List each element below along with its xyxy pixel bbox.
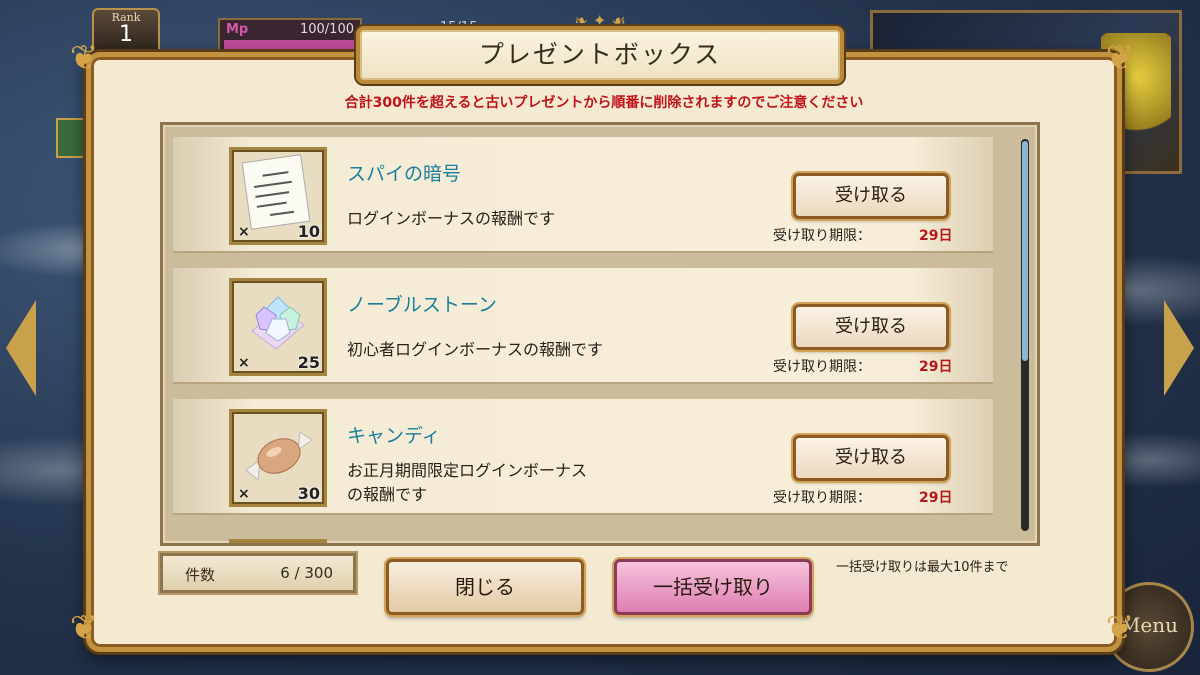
item-description-line: の報酬です xyxy=(347,485,428,504)
mp-fill xyxy=(224,40,354,50)
expiry-value: 29日 xyxy=(919,228,953,244)
noble-stone-crystal-icon xyxy=(251,296,305,350)
item-description: お正月期間限定ログインボーナス の報酬です xyxy=(347,459,587,507)
deletion-notice: 合計300件を超えると古いプレゼントから順番に削除されますのでご注意ください xyxy=(344,95,864,111)
count-value: 6 / 300 xyxy=(280,564,333,582)
quantity-multiplier: × xyxy=(238,355,250,371)
item-name: ノーブルストーン xyxy=(347,294,497,316)
list-item: × 30 キャンディ お正月期間限定ログインボーナス の報酬です 受け取る 受け… xyxy=(173,399,993,515)
bulk-receive-limit-note: 一括受け取りは最大10件まで xyxy=(836,560,1009,575)
candy-icon xyxy=(245,431,313,481)
scrollbar-thumb[interactable] xyxy=(1022,141,1028,361)
item-description: 初心者ログインボーナスの報酬です xyxy=(347,340,604,359)
expiry-label: 受け取り期限： xyxy=(773,359,871,375)
ornament-icon: ❦ xyxy=(1105,38,1135,78)
dialog-title: プレゼントボックス xyxy=(356,26,844,84)
item-thumbnail: × 25 xyxy=(229,278,327,376)
expiry-label: 受け取り期限： xyxy=(773,490,871,506)
ornament-icon: ❦ xyxy=(69,38,99,78)
expiry-value: 29日 xyxy=(919,490,953,506)
mp-value: 100/100 xyxy=(299,22,354,37)
spy-code-letter-icon xyxy=(241,154,311,230)
expiry-value: 29日 xyxy=(919,359,953,375)
item-description-line: お正月期間限定ログインボーナス xyxy=(347,461,588,480)
next-item-peek xyxy=(229,539,327,543)
receive-all-button[interactable]: 一括受け取り xyxy=(614,559,812,615)
item-count-box: 件数 6 / 300 xyxy=(160,553,356,593)
count-label: 件数 xyxy=(185,566,216,584)
list-scrollbar[interactable] xyxy=(1021,139,1029,531)
left-arrow-icon[interactable] xyxy=(6,300,36,396)
quantity-multiplier: × xyxy=(238,486,250,502)
right-arrow-icon[interactable] xyxy=(1164,300,1194,396)
ornament-icon: ❦ xyxy=(1105,608,1135,648)
close-button[interactable]: 閉じる xyxy=(386,559,584,615)
receive-button[interactable]: 受け取る xyxy=(793,304,949,350)
item-thumbnail: × 30 xyxy=(229,409,327,507)
item-quantity: 30 xyxy=(297,484,320,503)
expiry-label: 受け取り期限： xyxy=(773,228,871,244)
item-quantity: 25 xyxy=(297,353,320,372)
list-item: × 25 ノーブルストーン 初心者ログインボーナスの報酬です 受け取る 受け取り… xyxy=(173,268,993,384)
mp-gauge: Mp 100/100 xyxy=(218,18,362,56)
item-quantity: 10 xyxy=(297,222,320,241)
quantity-multiplier: × xyxy=(238,224,250,240)
item-name: キャンディ xyxy=(347,425,441,447)
present-list[interactable]: × 10 スパイの暗号 ログインボーナスの報酬です 受け取る 受け取り期限： 2… xyxy=(160,122,1040,546)
list-item: × 10 スパイの暗号 ログインボーナスの報酬です 受け取る 受け取り期限： 2… xyxy=(173,137,993,253)
ornament-icon: ❦ xyxy=(69,608,99,648)
mp-label: Mp xyxy=(226,22,249,37)
receive-button[interactable]: 受け取る xyxy=(793,173,949,219)
item-description: ログインボーナスの報酬です xyxy=(347,209,556,228)
item-thumbnail: × 10 xyxy=(229,147,327,245)
receive-button[interactable]: 受け取る xyxy=(793,435,949,481)
item-name: スパイの暗号 xyxy=(347,163,462,185)
